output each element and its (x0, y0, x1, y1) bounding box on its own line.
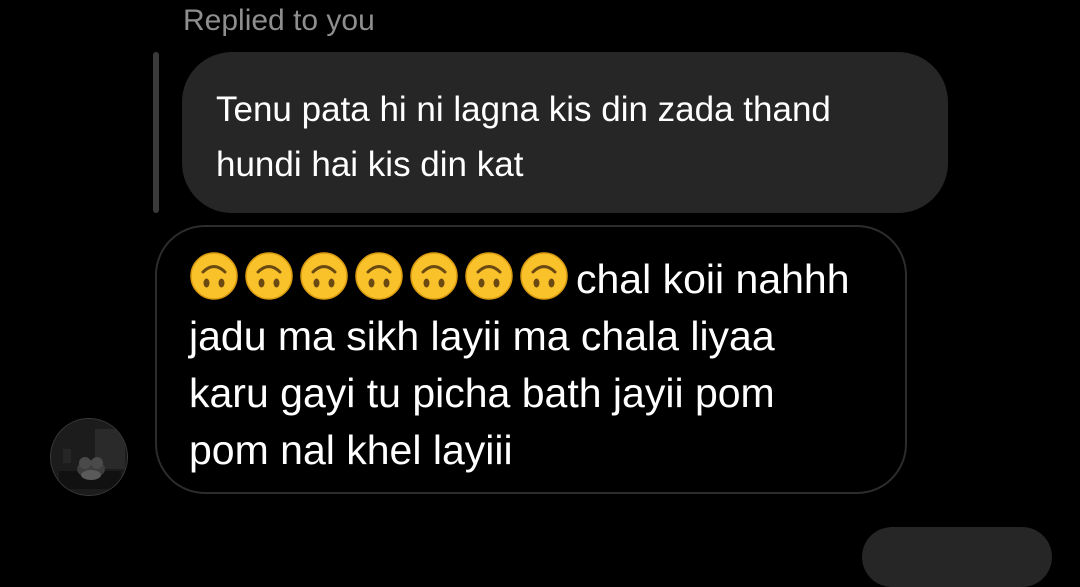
message-line: pom nal khel layiii (189, 427, 513, 473)
message-line: chal koii nahhh (189, 251, 885, 308)
quoted-line: hundi hai kis din kat (216, 145, 524, 184)
next-message-bubble[interactable] (862, 527, 1052, 587)
emoji-row (189, 251, 574, 301)
message-first-line-text: chal koii nahhh (576, 256, 850, 302)
upside-down-face-emoji (355, 252, 403, 300)
quoted-line: Tenu pata hi ni lagna kis din zada thand (216, 90, 831, 129)
upside-down-face-emoji (190, 252, 238, 300)
quoted-message-text: Tenu pata hi ni lagna kis din zada thand… (216, 82, 914, 192)
replied-to-you-label: Replied to you (183, 4, 375, 37)
sender-avatar[interactable] (51, 419, 127, 495)
message-line: jadu ma sikh layii ma chala liyaa (189, 313, 775, 359)
upside-down-face-emoji (410, 252, 458, 300)
reply-indicator-line (153, 52, 159, 213)
message-line: karu gayi tu picha bath jayii pom (189, 370, 775, 416)
upside-down-face-emoji (465, 252, 513, 300)
message-bubble[interactable]: chal koii nahhh jadu ma sikh layii ma ch… (155, 225, 907, 494)
upside-down-face-emoji (520, 252, 568, 300)
upside-down-face-emoji (245, 252, 293, 300)
upside-down-face-emoji (300, 252, 348, 300)
avatar-photo-icon (51, 419, 127, 495)
quoted-message-bubble[interactable]: Tenu pata hi ni lagna kis din zada thand… (182, 52, 948, 213)
